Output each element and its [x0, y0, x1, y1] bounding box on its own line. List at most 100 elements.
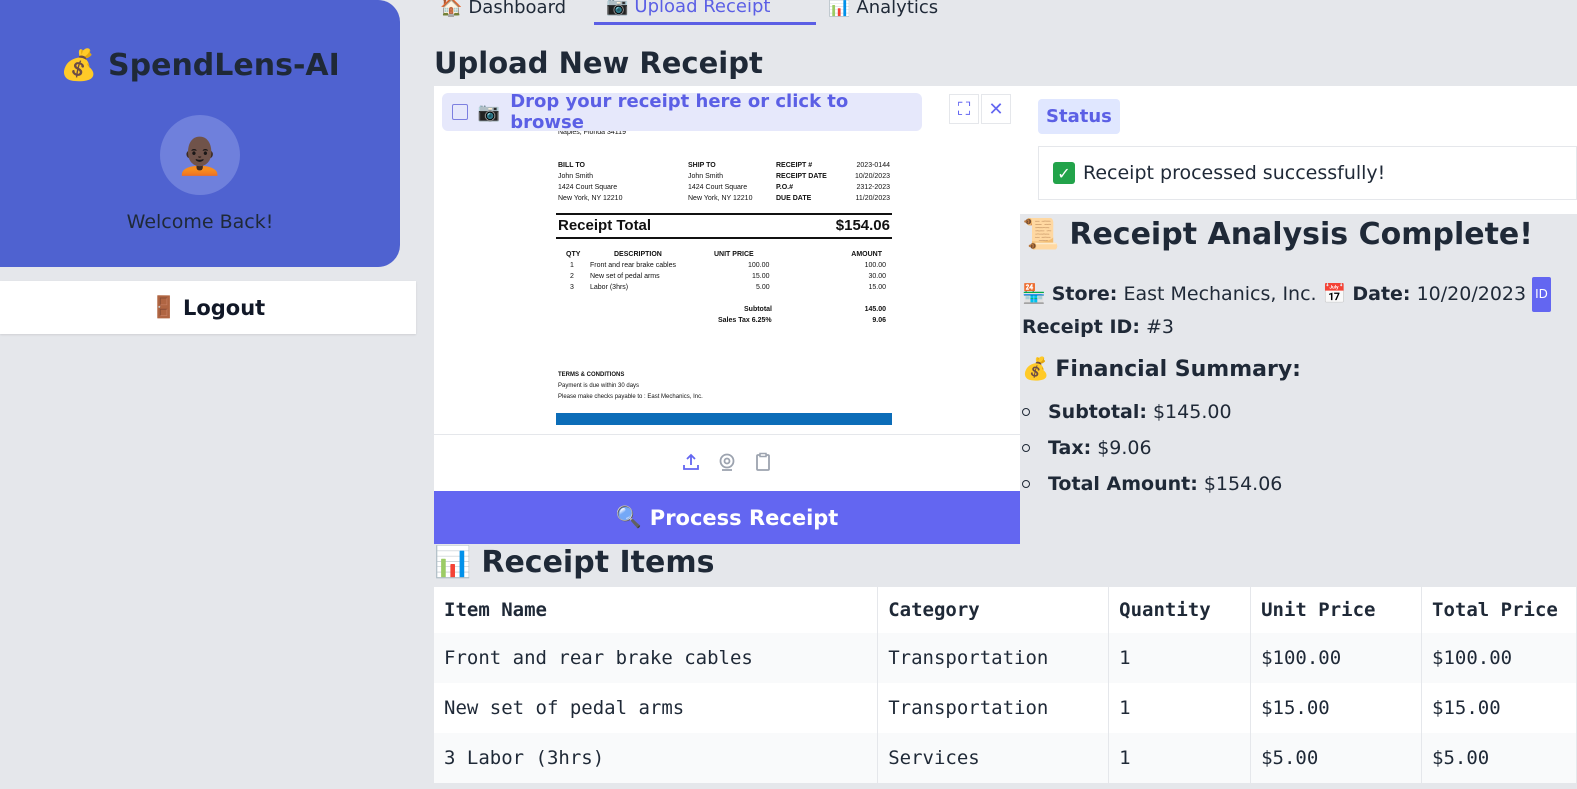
receipt-terms-title: TERMS & CONDITIONS [558, 372, 625, 378]
receipt-ship-to-city: New York, NY 12210 [688, 195, 753, 202]
camera-icon: 📷 [606, 0, 629, 17]
receipt-due: 11/20/2023 [855, 195, 890, 202]
receipt-number: 2023-0144 [856, 162, 890, 169]
total-label: Total Amount: [1048, 473, 1198, 495]
subtotal-label: Subtotal: [1048, 401, 1147, 423]
tab-label: Upload Receipt [634, 0, 771, 17]
money-bag-icon: 💰 [60, 48, 98, 83]
table-row[interactable]: Front and rear brake cables Transportati… [434, 633, 1577, 683]
receipt-line-amount: 30.00 [868, 273, 886, 280]
receipt-col-unit: UNIT PRICE [714, 251, 754, 258]
financial-title-text: Financial Summary: [1055, 357, 1301, 382]
fullscreen-button[interactable]: ⛶ [949, 94, 979, 124]
receipt-line-amount: 15.00 [868, 284, 886, 291]
upload-panel[interactable]: Naples, Florida 34119 BILL TO John Smith… [434, 86, 1020, 544]
receipt-subtotal: 145.00 [864, 306, 886, 313]
table-cell: Transportation [877, 683, 1110, 733]
receipt-line-unit: 15.00 [752, 273, 770, 280]
receipt-line-qty: 3 [570, 284, 574, 291]
webcam-icon [719, 453, 735, 471]
calendar-icon: 📅 [1322, 283, 1347, 305]
items-title: 📊 Receipt Items [434, 545, 714, 580]
receipt-line-amount: 100.00 [864, 262, 886, 269]
table-cell: $100.00 [1250, 633, 1422, 683]
check-icon: ✓ [1053, 162, 1075, 184]
table-cell: $100.00 [1421, 633, 1577, 683]
financial-summary-title: 💰 Financial Summary: [1022, 357, 1301, 382]
table-cell: $5.00 [1250, 733, 1422, 783]
date-value: 10/20/2023 [1416, 283, 1527, 305]
scroll-icon: 📜 [1022, 217, 1060, 252]
house-icon: 🏠 [440, 0, 463, 18]
receipt-line-qty: 2 [570, 273, 574, 280]
receipt-preview: Naples, Florida 34119 BILL TO John Smith… [554, 126, 894, 431]
receipt-number-label: RECEIPT # [776, 162, 813, 169]
image-icon [452, 104, 468, 120]
app-title-text: SpendLens-AI [108, 48, 340, 83]
receipt-due-label: DUE DATE [776, 195, 812, 202]
tab-analytics[interactable]: 📊 Analytics [816, 0, 950, 25]
column-header[interactable]: Unit Price [1250, 587, 1422, 633]
logout-button[interactable]: 🚪 Logout [0, 281, 416, 334]
clipboard-button[interactable] [752, 451, 774, 473]
bar-chart-icon: 📊 [434, 545, 472, 580]
table-cell: Transportation [877, 633, 1110, 683]
receipt-bill-to-city: New York, NY 12210 [558, 195, 623, 202]
list-item: Total Amount: $154.06 [1022, 466, 1282, 502]
status-label: Status [1038, 99, 1120, 134]
receipt-line-desc: Labor (3hrs) [590, 284, 629, 291]
table-row[interactable]: New set of pedal arms Transportation 1 $… [434, 683, 1577, 733]
receipt-col-amount: AMOUNT [851, 251, 882, 258]
receipt-footer-bar [556, 413, 892, 425]
items-title-text: Receipt Items [481, 545, 715, 580]
bar-chart-icon: 📊 [828, 0, 851, 18]
items-table: Item Name Category Quantity Unit Price T… [434, 587, 1577, 783]
receipt-line-desc: Front and rear brake cables [590, 262, 676, 269]
page-title: Upload New Receipt [434, 46, 763, 80]
receipt-rule [556, 213, 892, 215]
table-cell: 1 [1108, 683, 1252, 733]
column-header[interactable]: Quantity [1108, 587, 1252, 633]
column-header[interactable]: Total Price [1421, 587, 1577, 633]
person-icon: 🧑🏿‍🦲 [176, 132, 224, 177]
receipt-date-label: RECEIPT DATE [776, 173, 827, 180]
app-title: 💰 SpendLens-AI [0, 48, 400, 83]
id-badge-icon: ID [1532, 277, 1551, 312]
camera-icon: 📷 [477, 101, 501, 123]
table-cell: 1 [1108, 733, 1252, 783]
avatar: 🧑🏿‍🦲 [160, 115, 240, 195]
table-row[interactable]: 3 Labor (3hrs) Services 1 $5.00 $5.00 [434, 733, 1577, 783]
receipt-bill-to-name: John Smith [558, 173, 594, 180]
store-label: Store: [1051, 283, 1118, 305]
table-cell: Front and rear brake cables [434, 633, 879, 683]
tab-label: Dashboard [468, 0, 567, 18]
receipt-line-desc: New set of pedal arms [590, 273, 660, 280]
tab-upload-receipt[interactable]: 📷 Upload Receipt [594, 0, 816, 25]
tab-bar: 🏠 Dashboard 📷 Upload Receipt 📊 Analytics [428, 0, 950, 25]
upload-button[interactable] [680, 451, 702, 473]
process-receipt-button[interactable]: 🔍 Process Receipt [434, 491, 1020, 544]
tab-dashboard[interactable]: 🏠 Dashboard [428, 0, 594, 25]
column-header[interactable]: Category [877, 587, 1110, 633]
receipt-col-desc: DESCRIPTION [614, 251, 662, 258]
close-button[interactable]: ✕ [981, 94, 1011, 124]
store-value: East Mechanics, Inc. [1123, 283, 1317, 305]
receipt-tax: 9.06 [872, 317, 886, 324]
tax-label: Tax: [1048, 437, 1092, 459]
webcam-button[interactable] [716, 451, 738, 473]
receipt-po: 2312-2023 [856, 184, 890, 191]
receipt-line-unit: 5.00 [756, 284, 770, 291]
profile-card: 💰 SpendLens-AI 🧑🏿‍🦲 Welcome Back! [0, 0, 400, 267]
total-value: $154.06 [1203, 473, 1283, 495]
list-item: Subtotal: $145.00 [1022, 394, 1282, 430]
status-message: Receipt processed successfully! [1083, 162, 1386, 184]
analysis-title-text: Receipt Analysis Complete! [1069, 217, 1533, 252]
receipt-ship-to-name: John Smith [688, 173, 724, 180]
store-icon: 🏪 [1022, 283, 1046, 305]
drop-zone-banner[interactable]: 📷 Drop your receipt here or click to bro… [442, 91, 922, 133]
table-cell: $15.00 [1250, 683, 1422, 733]
column-header[interactable]: Item Name [434, 587, 879, 633]
table-cell: 3 Labor (3hrs) [434, 733, 879, 783]
receipt-ship-to-label: SHIP TO [688, 162, 716, 169]
money-bag-icon: 💰 [1022, 357, 1050, 382]
